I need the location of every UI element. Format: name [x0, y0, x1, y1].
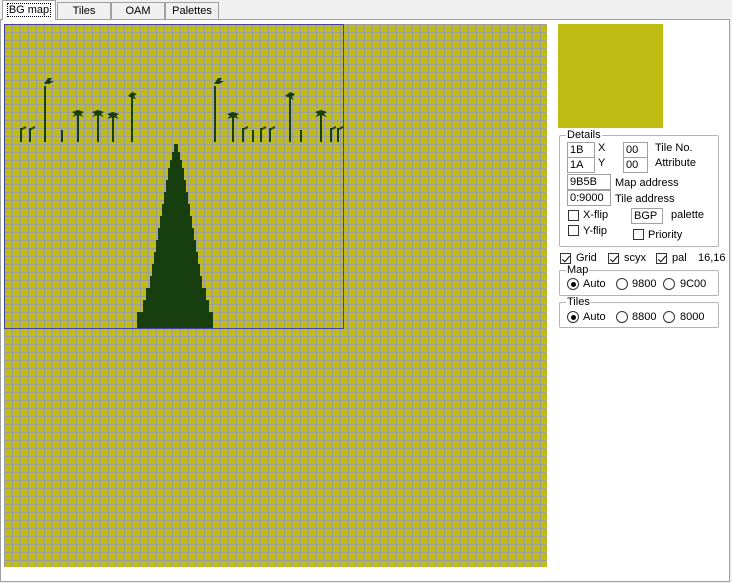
- map-auto-radio[interactable]: [567, 278, 579, 290]
- tab-bar: BG map Tiles OAM Palettes: [0, 0, 732, 20]
- tiles-group-title: Tiles: [566, 296, 591, 308]
- priority-checkbox[interactable]: [633, 229, 644, 240]
- tiles-auto-label: Auto: [583, 311, 606, 323]
- x-field[interactable]: 1B: [567, 142, 595, 158]
- cursor-coords: 16,16: [698, 252, 726, 264]
- tiles-8800-label: 8800: [632, 311, 657, 323]
- tiles-8000-radio[interactable]: [663, 311, 675, 323]
- tile-address-label: Tile address: [615, 193, 675, 205]
- x-label: X: [598, 142, 606, 154]
- attribute-label: Attribute: [655, 157, 696, 169]
- details-title: Details: [566, 129, 602, 141]
- tiles-auto-radio[interactable]: [567, 311, 579, 323]
- map-group-title: Map: [566, 264, 590, 276]
- map-9800-radio[interactable]: [616, 278, 628, 290]
- map-group: Map Auto 9800 9C00: [559, 264, 719, 296]
- screen-viewport-rect: [4, 24, 344, 329]
- tab-tiles[interactable]: Tiles: [57, 2, 111, 19]
- palette-label: palette: [671, 209, 705, 221]
- attribute-field[interactable]: 00: [623, 157, 648, 173]
- tile-no-label: Tile No.: [655, 142, 693, 154]
- xflip-label: X-flip: [583, 209, 609, 221]
- map-address-field[interactable]: 9B5B: [567, 174, 611, 190]
- bg-map-canvas[interactable]: [4, 24, 547, 567]
- details-group: Details 1B X 00 Tile No. 1A Y 00 Attribu…: [559, 129, 719, 247]
- palette-field[interactable]: BGP: [631, 208, 663, 224]
- yflip-checkbox[interactable]: [568, 225, 579, 236]
- map-9c00-radio[interactable]: [663, 278, 675, 290]
- tile-no-field[interactable]: 00: [623, 142, 648, 158]
- tile-address-field[interactable]: 0:9000: [567, 190, 611, 206]
- map-auto-label: Auto: [583, 278, 606, 290]
- yflip-label: Y-flip: [583, 225, 608, 237]
- tab-oam[interactable]: OAM: [111, 2, 165, 19]
- map-address-label: Map address: [615, 177, 679, 189]
- pal-checkbox[interactable]: [656, 253, 667, 264]
- tiles-group: Tiles Auto 8800 8000: [559, 296, 719, 328]
- tile-preview: [558, 24, 663, 128]
- tab-bg-map[interactable]: BG map: [2, 0, 56, 20]
- tab-palettes[interactable]: Palettes: [165, 2, 219, 19]
- y-label: Y: [598, 157, 606, 169]
- scyx-checkbox[interactable]: [608, 253, 619, 264]
- priority-label: Priority: [648, 229, 683, 241]
- y-field[interactable]: 1A: [567, 157, 595, 173]
- tiles-8000-label: 8000: [680, 311, 705, 323]
- map-9800-label: 9800: [632, 278, 657, 290]
- grid-checkbox[interactable]: [560, 253, 571, 264]
- map-9c00-label: 9C00: [680, 278, 707, 290]
- tiles-8800-radio[interactable]: [616, 311, 628, 323]
- xflip-checkbox[interactable]: [568, 210, 579, 221]
- scyx-label: scyx: [624, 252, 646, 264]
- pal-label: pal: [672, 252, 687, 264]
